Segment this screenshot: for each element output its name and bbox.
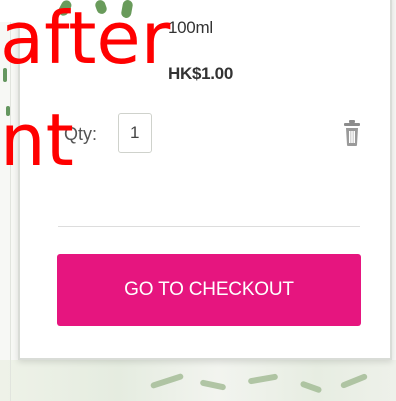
product-image-edge xyxy=(0,60,20,170)
divider xyxy=(58,226,360,227)
background-image xyxy=(0,360,396,401)
checkout-button[interactable]: GO TO CHECKOUT xyxy=(57,254,361,326)
product-size: 100ml xyxy=(168,18,213,37)
page: 100ml HK$1.00 Qty: GO TO CHECKOUT after … xyxy=(0,0,396,401)
quantity-input[interactable] xyxy=(118,113,152,153)
product-thumbnail xyxy=(0,0,138,22)
product-price: HK$1.00 xyxy=(168,64,233,83)
trash-icon[interactable] xyxy=(343,119,361,147)
quantity-label: Qty: xyxy=(64,124,98,144)
